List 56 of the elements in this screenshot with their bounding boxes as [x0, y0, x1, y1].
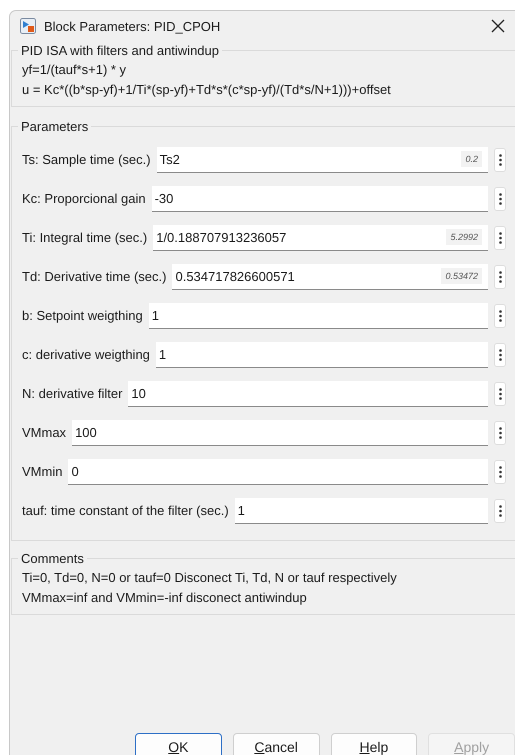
parameter-label: VMmin — [22, 464, 62, 479]
parameter-field[interactable]: 100 — [72, 420, 488, 446]
parameter-field[interactable]: 10 — [128, 380, 488, 406]
more-icon — [498, 270, 502, 282]
parameter-label: Ti: Integral time (sec.) — [22, 230, 148, 245]
close-icon — [491, 19, 505, 33]
more-options-button[interactable] — [494, 460, 506, 484]
more-options-button[interactable] — [494, 304, 506, 328]
more-options-button[interactable] — [494, 186, 506, 210]
more-icon — [498, 232, 502, 244]
group-title: Comments — [20, 551, 85, 566]
parameter-field[interactable]: 0.534717826600571 0.53472 — [172, 264, 488, 290]
group-title: Parameters — [20, 119, 90, 134]
parameter-label: c: derivative weigthing — [22, 347, 150, 362]
more-icon — [498, 426, 502, 438]
more-options-button[interactable] — [494, 498, 506, 522]
more-icon — [498, 154, 502, 166]
more-icon — [498, 504, 502, 516]
evaluated-value: 0.53472 — [441, 268, 482, 284]
parameter-label: N: derivative filter — [22, 386, 122, 401]
more-icon — [498, 466, 502, 478]
parameter-field[interactable]: 1/0.188707913236057 5.2992 — [153, 224, 488, 250]
parameter-label: Ts: Sample time (sec.) — [22, 152, 151, 167]
parameter-field[interactable]: 1 — [148, 302, 488, 328]
comment-text: VMmax=inf and VMmin=-inf disconect antiwindup — [22, 589, 308, 607]
more-options-button[interactable] — [494, 420, 506, 444]
parameter-field[interactable]: 1 — [234, 498, 488, 524]
parameter-label: Kc: Proporcional gain — [22, 191, 146, 206]
dialog-button[interactable]: Cancel — [232, 733, 320, 755]
more-icon — [498, 388, 502, 400]
more-options-button[interactable] — [494, 264, 506, 288]
more-options-button[interactable] — [494, 382, 506, 406]
more-options-button[interactable] — [494, 226, 506, 250]
evaluated-value: 0.2 — [461, 151, 482, 167]
dialog-button[interactable]: Help — [330, 733, 418, 755]
more-icon — [498, 192, 502, 204]
dialog-button[interactable]: OK — [135, 733, 222, 755]
more-icon — [498, 348, 502, 360]
more-options-button[interactable] — [494, 342, 506, 366]
window-title: Block Parameters: PID_CPOH — [44, 18, 222, 34]
formula-text: yf=1/(tauf*s+1) * y — [22, 61, 128, 79]
comment-text: Ti=0, Td=0, N=0 or tauf=0 Disconect Ti, Td, N or tauf respectively — [22, 569, 398, 587]
parameter-field[interactable]: 0 — [68, 458, 488, 484]
more-options-button[interactable] — [494, 148, 506, 172]
evaluated-value: 5.2992 — [446, 229, 482, 245]
formula-text: u = Kc*((b*sp-yf)+1/Ti*(sp-yf)+Td*s*(c*sp-yf)/(Td*s/N+1)))+offset — [22, 81, 392, 99]
parameter-field[interactable]: Ts2 0.2 — [156, 146, 488, 172]
more-icon — [498, 310, 502, 322]
parameter-field[interactable]: -30 — [152, 186, 488, 212]
parameter-label: VMmax — [22, 425, 66, 440]
parameter-label: b: Setpoint weigthing — [22, 308, 143, 323]
parameter-field[interactable]: 1 — [156, 342, 488, 368]
group-title: PID ISA with filters and antiwindup — [20, 43, 220, 58]
parameter-label: Td: Derivative time (sec.) — [22, 269, 166, 284]
block-icon — [20, 18, 36, 34]
parameter-label: tauf: time constant of the filter (sec.) — [22, 503, 229, 518]
